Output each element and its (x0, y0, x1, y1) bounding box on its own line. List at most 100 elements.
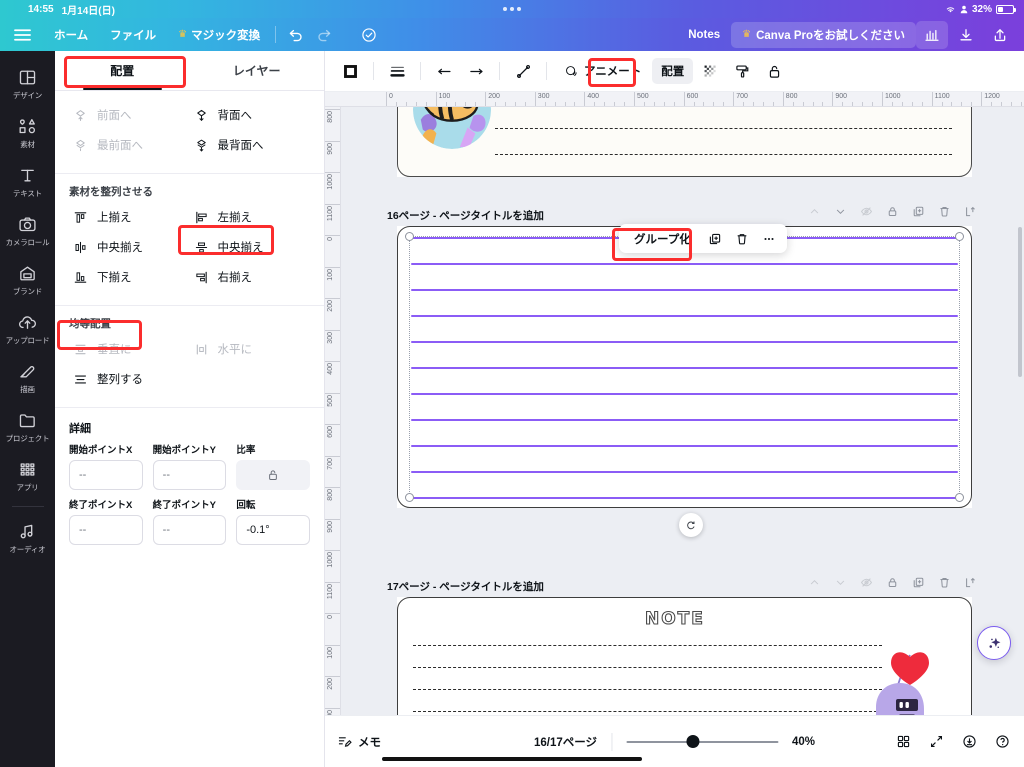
rail-draw[interactable]: 描画 (0, 353, 55, 402)
end-point-x-input[interactable]: -- (69, 515, 143, 545)
distribute-vertical[interactable]: 垂直に (69, 335, 190, 363)
align-bottom[interactable]: 下揃え (69, 263, 190, 291)
content-line[interactable] (411, 263, 958, 265)
notes-button[interactable]: Notes (677, 18, 731, 51)
rail-brand[interactable]: ブランド (0, 255, 55, 304)
resize-handle-top-right[interactable] (955, 232, 964, 241)
animate-button[interactable]: アニメート (555, 58, 650, 84)
align-top[interactable]: 上揃え (69, 203, 190, 231)
rail-design[interactable]: デザイン (0, 59, 55, 108)
rail-uploads[interactable]: アップロード (0, 304, 55, 353)
align-middle-vertical[interactable]: 中央揃え (69, 233, 190, 261)
chevron-down-icon[interactable] (834, 576, 847, 594)
download-icon[interactable] (950, 21, 982, 49)
resize-handle-bottom-left[interactable] (405, 493, 414, 502)
delete-page-icon[interactable] (938, 205, 951, 223)
lock-button[interactable] (759, 57, 789, 85)
line-type-button[interactable] (508, 57, 538, 85)
tidy-up[interactable]: 整列する (69, 365, 310, 393)
hide-page-icon[interactable] (860, 205, 873, 223)
delete-page-icon[interactable] (938, 576, 951, 594)
lock-page-icon[interactable] (886, 205, 899, 223)
aspect-ratio-lock[interactable] (236, 460, 310, 490)
page-sheet-16[interactable] (397, 226, 972, 508)
line-end-cap-button[interactable] (461, 57, 491, 85)
more-options-icon[interactable] (757, 227, 781, 251)
nav-magic-convert[interactable]: ♛ マジック変換 (167, 18, 271, 51)
undo-icon[interactable] (280, 22, 310, 48)
lock-page-icon[interactable] (886, 576, 899, 594)
share-icon[interactable] (984, 21, 1016, 49)
content-line[interactable] (411, 445, 958, 447)
align-left[interactable]: 左揃え (190, 203, 311, 231)
content-line[interactable] (411, 289, 958, 291)
download-circle-icon[interactable] (957, 730, 981, 754)
duplicate-page-icon[interactable] (912, 205, 925, 223)
rail-text[interactable]: テキスト (0, 157, 55, 206)
transparency-button[interactable] (695, 57, 725, 85)
group-button[interactable]: グループ化 (625, 231, 700, 247)
canvas-scroll-area[interactable]: 16ページ - ページタイトルを追加 グループ化 17ページ - ページタイトル… (341, 107, 1024, 715)
content-line[interactable] (411, 471, 958, 473)
magic-assistant-button[interactable] (977, 626, 1011, 660)
nav-file[interactable]: ファイル (99, 18, 167, 51)
copy-style-button[interactable] (727, 57, 757, 85)
content-line[interactable] (411, 315, 958, 317)
redo-icon[interactable] (310, 22, 340, 48)
page-indicator[interactable]: 16/17ページ (534, 734, 597, 750)
content-line[interactable] (411, 393, 958, 395)
end-point-y-input[interactable]: -- (152, 515, 227, 545)
align-center-horizontal[interactable]: 中央揃え (190, 233, 311, 261)
memo-button[interactable]: メモ (337, 734, 381, 750)
hamburger-menu-icon[interactable] (0, 18, 43, 51)
help-circle-icon[interactable] (990, 730, 1014, 754)
canva-pro-trial-button[interactable]: ♛ Canva Proをお試しください (731, 21, 916, 48)
rail-apps[interactable]: アプリ (0, 451, 55, 500)
fullscreen-icon[interactable] (924, 730, 948, 754)
content-line[interactable] (411, 419, 958, 421)
send-backward[interactable]: 背面へ (190, 101, 311, 129)
chevron-down-icon[interactable] (834, 205, 847, 223)
rotation-input[interactable]: -0.1° (236, 515, 310, 545)
horizontal-ruler[interactable]: 0 100 200 300 400 500 600 700 800 900 1000 1100 1200… (325, 92, 1024, 107)
align-right[interactable]: 右揃え (190, 263, 311, 291)
hide-page-icon[interactable] (860, 576, 873, 594)
bar-chart-icon[interactable] (916, 20, 948, 49)
resize-handle-bottom-right[interactable] (955, 493, 964, 502)
content-line[interactable] (411, 367, 958, 369)
zoom-slider[interactable] (626, 735, 779, 749)
rail-projects[interactable]: プロジェクト (0, 402, 55, 451)
zoom-slider-knob[interactable] (686, 735, 700, 748)
page-sheet-15[interactable] (397, 107, 972, 177)
zoom-level[interactable]: 40% (792, 736, 815, 748)
vertical-ruler[interactable]: 800 900 1000 1100 0 100 200 300 400 500 600 700 800 9… (325, 107, 341, 715)
rail-audio[interactable]: オーディオ (0, 513, 55, 562)
rotate-handle[interactable] (679, 513, 703, 537)
distribute-horizontal[interactable]: 水平に (190, 335, 311, 363)
bring-forward[interactable]: 前面へ (69, 101, 190, 129)
arrange-button[interactable]: 配置 (652, 58, 694, 84)
chevron-up-icon[interactable] (808, 576, 821, 594)
grid-view-icon[interactable] (891, 730, 915, 754)
content-line[interactable] (411, 497, 958, 499)
line-start-cap-button[interactable] (429, 57, 459, 85)
content-line[interactable] (411, 341, 958, 343)
multitask-dots[interactable] (503, 7, 521, 11)
duplicate-icon[interactable] (703, 227, 727, 251)
rail-camera-roll[interactable]: カメラロール (0, 206, 55, 255)
rail-elements[interactable]: 素材 (0, 108, 55, 157)
color-swatch-button[interactable] (335, 57, 365, 85)
duplicate-page-icon[interactable] (912, 576, 925, 594)
start-point-x-input[interactable]: -- (69, 460, 143, 490)
trash-icon[interactable] (730, 227, 754, 251)
bring-to-front[interactable]: 最前面へ (69, 131, 190, 159)
checkmark-circle-icon[interactable] (354, 22, 384, 48)
send-to-back[interactable]: 最背面へ (190, 131, 311, 159)
nav-home[interactable]: ホーム (43, 18, 99, 51)
tab-layers[interactable]: レイヤー (190, 51, 325, 90)
canvas-scrollbar[interactable] (1018, 227, 1022, 377)
expand-page-icon[interactable] (964, 576, 977, 594)
tab-arrange[interactable]: 配置 (55, 51, 190, 90)
expand-page-icon[interactable] (964, 205, 977, 223)
start-point-y-input[interactable]: -- (152, 460, 227, 490)
